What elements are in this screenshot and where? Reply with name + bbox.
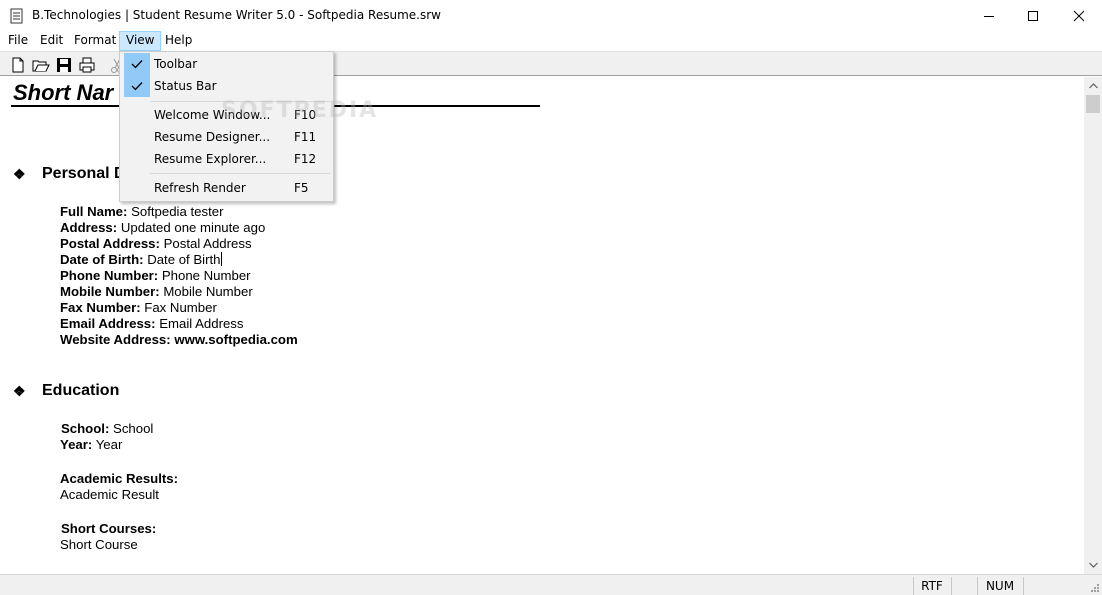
section-education: ❖ Education xyxy=(13,382,119,400)
field-value: Postal Address xyxy=(163,236,252,251)
field-label: Phone Number: xyxy=(60,268,159,283)
field-mobile-number: Mobile Number: Mobile Number xyxy=(60,284,253,299)
field-fax-number: Fax Number: Fax Number xyxy=(60,300,217,315)
field-value: School xyxy=(113,421,154,436)
academic-results-value: Academic Result xyxy=(60,487,159,502)
menu-bar: File Edit Format View Help xyxy=(0,31,1102,51)
field-label: Short Courses: xyxy=(61,521,157,536)
field-postal-address: Postal Address: Postal Address xyxy=(60,236,252,251)
field-value: Fax Number xyxy=(144,300,217,315)
field-label: Website Address: xyxy=(60,332,171,347)
field-email-address: Email Address: Email Address xyxy=(60,316,244,331)
field-value: Softpedia tester xyxy=(131,204,224,219)
short-courses-value: Short Course xyxy=(60,537,138,552)
title-bar: B.Technologies | Student Resume Writer 5… xyxy=(0,0,1102,31)
field-label: Academic Results: xyxy=(60,471,178,486)
menu-item-label: Toolbar xyxy=(154,57,198,71)
text-caret xyxy=(220,252,222,266)
resize-grip-icon[interactable] xyxy=(1088,581,1100,593)
menu-format[interactable]: Format xyxy=(68,31,122,51)
minimize-icon xyxy=(984,15,994,17)
diamond-bullet-icon: ❖ xyxy=(13,382,26,399)
check-icon xyxy=(124,75,150,97)
field-label: Date of Birth: xyxy=(60,252,144,267)
menu-item-label: Status Bar xyxy=(154,79,217,93)
menu-item-status-bar[interactable]: Status Bar xyxy=(122,75,331,97)
field-label: Mobile Number: xyxy=(60,284,160,299)
chevron-down-icon xyxy=(1088,562,1098,568)
field-label: Full Name: xyxy=(60,204,128,219)
menu-edit[interactable]: Edit xyxy=(34,31,69,51)
section-personal: ❖ Personal D xyxy=(13,165,126,183)
diamond-bullet-icon: ❖ xyxy=(13,165,26,182)
menu-file[interactable]: File xyxy=(2,31,34,51)
menu-item-label: Resume Explorer... xyxy=(154,152,267,166)
education-heading: Education xyxy=(42,382,120,399)
field-value: Updated one minute ago xyxy=(120,220,266,235)
menu-item-resume-designer[interactable]: Resume Designer... F11 xyxy=(122,126,331,148)
field-label: School: xyxy=(61,421,110,436)
status-bar: RTF NUM xyxy=(0,574,1102,595)
personal-heading: Personal D xyxy=(42,165,126,182)
menu-item-label: Refresh Render xyxy=(154,181,246,195)
status-pane-blank xyxy=(951,577,976,595)
field-date-of-birth: Date of Birth: Date of Birth xyxy=(60,252,222,267)
scroll-down-button[interactable] xyxy=(1084,556,1102,573)
status-pane-num: NUM xyxy=(977,577,1022,595)
chevron-up-icon xyxy=(1088,82,1098,88)
menu-item-shortcut: F5 xyxy=(294,181,309,195)
status-pane-rtf: RTF xyxy=(913,577,950,595)
view-menu-dropdown: Toolbar Status Bar Welcome Window... F10… xyxy=(119,51,334,202)
menu-item-label: Resume Designer... xyxy=(154,130,271,144)
menu-item-toolbar[interactable]: Toolbar xyxy=(122,53,331,75)
print-icon[interactable] xyxy=(78,56,96,74)
status-pane-message xyxy=(0,577,913,595)
status-pane-empty xyxy=(1023,577,1083,595)
minimize-button[interactable] xyxy=(966,0,1012,31)
short-courses-label: Short Courses: xyxy=(61,521,156,536)
menu-item-resume-explorer[interactable]: Resume Explorer... F12 xyxy=(122,148,331,170)
field-website-address: Website Address: www.softpedia.com xyxy=(60,332,298,347)
scroll-up-button[interactable] xyxy=(1084,77,1102,94)
field-school: School: School xyxy=(61,421,153,436)
new-file-icon[interactable] xyxy=(9,56,27,74)
check-icon xyxy=(124,53,150,75)
field-address: Address: Updated one minute ago xyxy=(60,220,265,235)
field-label: Address: xyxy=(60,220,118,235)
menu-help[interactable]: Help xyxy=(159,31,198,51)
field-label: Year: xyxy=(60,437,93,452)
field-phone-number: Phone Number: Phone Number xyxy=(60,268,251,283)
field-year: Year: Year xyxy=(60,437,122,452)
vertical-scrollbar[interactable] xyxy=(1084,77,1102,574)
menu-separator xyxy=(150,173,330,174)
field-label: Postal Address: xyxy=(60,236,160,251)
document-app-icon[interactable] xyxy=(10,8,24,24)
maximize-icon xyxy=(1028,10,1038,21)
close-icon xyxy=(1073,10,1085,21)
close-button[interactable] xyxy=(1056,0,1102,31)
watermark: SOFTPEDIA xyxy=(221,98,379,123)
field-value: Email Address xyxy=(159,316,244,331)
menu-item-shortcut: F12 xyxy=(294,152,317,166)
field-value: Date of Birth xyxy=(147,252,221,267)
field-label: Email Address: xyxy=(60,316,156,331)
field-full-name: Full Name: Softpedia tester xyxy=(60,204,223,219)
maximize-button[interactable] xyxy=(1010,0,1056,31)
field-value: Phone Number xyxy=(161,268,251,283)
open-folder-icon[interactable] xyxy=(32,56,50,74)
menu-view[interactable]: View xyxy=(119,31,162,51)
scroll-thumb[interactable] xyxy=(1086,95,1100,113)
window-title: B.Technologies | Student Resume Writer 5… xyxy=(32,8,441,22)
menu-item-refresh-render[interactable]: Refresh Render F5 xyxy=(122,177,331,199)
menu-item-shortcut: F11 xyxy=(294,130,317,144)
field-value: Year xyxy=(95,437,123,452)
resume-title: Short Nar xyxy=(13,80,114,105)
field-label: Fax Number: xyxy=(60,300,141,315)
save-disk-icon[interactable] xyxy=(55,56,73,74)
field-value: Mobile Number xyxy=(163,284,253,299)
field-value: www.softpedia.com xyxy=(174,332,298,347)
academic-results-label: Academic Results: xyxy=(60,471,178,486)
